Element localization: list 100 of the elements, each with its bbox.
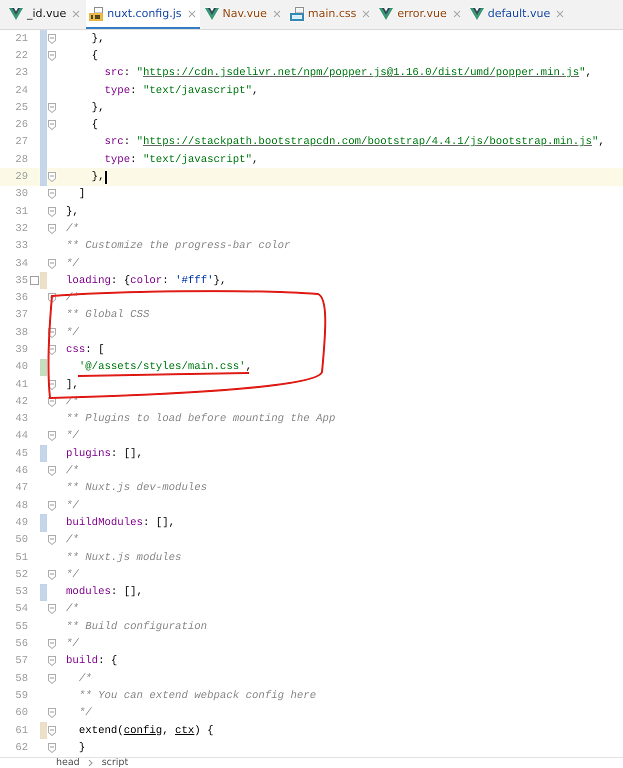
line-number: 45 [14,448,28,460]
line-number: 46 [14,465,28,478]
code-token: }, [90,102,104,114]
code-token: , [246,361,252,374]
breadcrumb-item[interactable]: script [102,758,128,768]
code-token: ** Nuxt.js dev-modules [66,482,208,494]
code-token: : [162,274,170,287]
line-number: 44 [14,430,28,442]
line-number: 49 [14,516,28,529]
line-number: 41 [14,378,28,391]
editor-tab[interactable]: _id.vue [6,0,84,29]
tab-label: error.vue [397,7,447,20]
line-number: 28 [14,154,28,166]
tab-label: main.css [308,7,356,20]
line-number: 55 [14,620,28,633]
code-token: , [252,84,258,97]
code-token: " [136,136,143,148]
code-token: { [90,50,98,62]
code-token: : [], [142,516,176,529]
editor-tab[interactable]: default.vue [466,0,568,29]
code-token: */ [66,430,79,442]
code-token: { [90,119,98,132]
line-number: 54 [14,603,28,616]
tab-label: nuxt.config.js [107,7,182,20]
code-token: : [ [85,344,104,356]
line-number: 30 [14,188,28,200]
code-token: build [66,655,98,668]
tab-label: Nav.vue [222,7,267,20]
code-token: : [], [110,586,143,598]
code-token: '#fff' [175,274,214,287]
line-number: 38 [14,326,28,339]
editor-tab[interactable]: nuxt.config.js [86,0,200,29]
code-token: buildModules [66,516,143,529]
code-token: : [124,136,132,148]
code-token: ** Nuxt.js modules [66,552,182,564]
line-number: 39 [14,344,28,356]
code-token: */ [66,326,79,339]
line-number: 33 [14,240,28,252]
line-number: 62 [14,742,28,754]
code-token: ** Plugins to load before mounting the App [66,413,336,426]
line-number: 26 [14,119,28,132]
line-number: 47 [14,482,28,494]
code-token: : [130,84,138,97]
code-token: https://stackpath.bootstrapcdn.com/bootstrap/4.4.1/js/bootstrap.min.js [142,136,592,148]
code-token: ** Build configuration [66,620,208,633]
line-number: 51 [14,552,28,564]
code-token: " [136,67,143,80]
line-number: 34 [14,258,28,270]
code-token: */ [66,500,79,512]
tab-label: default.vue [488,7,550,20]
code-token: */ [66,638,79,650]
line-number: 56 [14,638,28,650]
line-number: 58 [14,672,28,685]
code-token: /* [66,534,79,546]
line-number: 40 [14,361,28,374]
code-token: */ [66,258,79,270]
code-token: src [103,136,124,148]
line-number: 25 [14,102,28,114]
code-token: : [124,67,132,80]
code-token: : [], [110,448,143,460]
editor-tab[interactable]: main.css [286,0,374,29]
line-number: 43 [14,413,28,426]
code-token: , [598,136,605,148]
line-number: 52 [14,568,28,581]
line-number: 35 [14,274,28,287]
line-number: 37 [14,309,28,322]
line-number: 50 [14,534,28,546]
code-token: ) { [194,724,214,737]
code-token: ** Customize the progress-bar color [66,240,290,252]
code-token: ], [66,378,79,391]
code-token: ** Global CSS [66,309,150,322]
breadcrumb-item[interactable]: head [56,758,80,768]
code-token: "text/javascript" [142,154,252,166]
line-number: 59 [14,690,28,702]
editor-tab[interactable]: Nav.vue [202,0,285,29]
code-token: , [586,67,592,80]
code-token: , [252,154,258,166]
code-token: , [162,724,170,737]
code-token: " [579,67,586,80]
code-token: type [103,154,130,166]
line-number: 57 [14,655,28,668]
line-number: 27 [14,136,28,148]
code-token: src [103,67,124,80]
code-token: config [124,724,162,737]
tab-label: _id.vue [27,7,66,20]
line-number: 23 [14,67,28,80]
line-number: 42 [14,396,28,408]
code-token: color [130,274,162,287]
line-number: 31 [14,206,28,218]
code-token: plugins [66,448,111,460]
line-number: 36 [14,292,28,304]
code-token: }, [90,171,104,184]
code-token: "text/javascript" [142,84,252,97]
code-token: /* [66,222,79,235]
code-token: css [66,344,86,356]
line-number: 53 [14,586,28,598]
line-number: 60 [14,707,28,720]
code-token: modules [66,586,111,598]
editor-tab[interactable]: error.vue [376,0,465,29]
code-token: /* [66,465,79,478]
